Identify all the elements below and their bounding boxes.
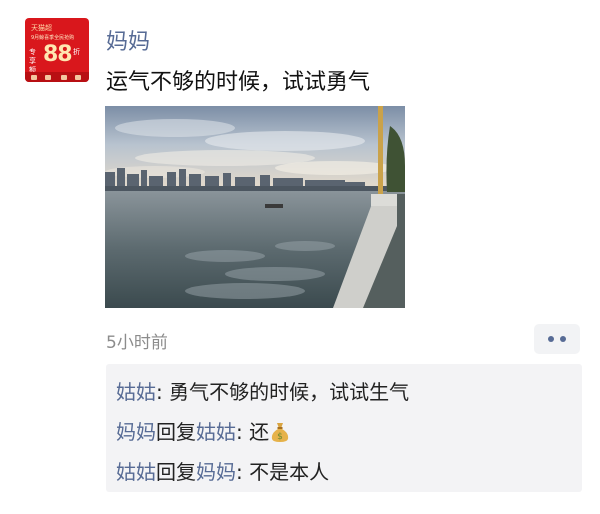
more-dot-icon (548, 336, 554, 342)
avatar-strip-item (75, 75, 81, 80)
comment-item[interactable]: 姑姑: 勇气不够的时候，试试生气 (116, 376, 409, 405)
post-timestamp: 5小时前 (106, 333, 168, 353)
svg-text:$: $ (277, 432, 283, 442)
comment-text: 还 (249, 420, 270, 444)
comment-item[interactable]: 姑姑回复妈妈: 不是本人 (116, 456, 329, 485)
post-photo[interactable] (105, 106, 405, 308)
money-bag-icon: $ (271, 423, 289, 442)
post-author-name[interactable]: 妈妈 (106, 24, 150, 56)
avatar-strip-item (31, 75, 37, 80)
post-text: 运气不够的时候，试试勇气 (106, 70, 371, 95)
comment-item[interactable]: 妈妈回复姑姑: 还 $ (116, 416, 290, 445)
comment-separator: : (156, 380, 170, 404)
comment-separator: : (236, 460, 250, 484)
more-actions-button[interactable] (534, 324, 580, 354)
avatar-right-tag: 折 (73, 48, 80, 56)
avatar-promo-line: 9月鲸喜季全民抢购 (31, 35, 75, 41)
avatar-number: 88 (43, 42, 73, 67)
comment-reply-word: 回复 (156, 460, 196, 484)
comment-reply-word: 回复 (156, 420, 196, 444)
comment-text: 不是本人 (249, 460, 330, 484)
comment-reply-to[interactable]: 妈妈 (196, 460, 236, 484)
avatar-strip-item (45, 75, 51, 80)
comment-author[interactable]: 姑姑 (116, 460, 156, 484)
more-dot-icon (560, 336, 566, 342)
avatar-strip-item (61, 75, 67, 80)
comment-separator: : (236, 420, 250, 444)
avatar[interactable]: 天猫超 9月鲸喜季全民抢购 专享额外 88 折 (25, 18, 89, 82)
avatar-bottom-strip (25, 72, 89, 82)
avatar-brand-text: 天猫超 (31, 24, 52, 32)
comment-author[interactable]: 姑姑 (116, 380, 156, 404)
comment-reply-to[interactable]: 姑姑 (196, 420, 236, 444)
comment-author[interactable]: 妈妈 (116, 420, 156, 444)
comment-text: 勇气不够的时候，试试生气 (169, 380, 410, 404)
comment-list: 姑姑: 勇气不够的时候，试试生气 妈妈回复姑姑: 还 $ 姑姑回复妈妈: 不是本… (106, 364, 582, 492)
